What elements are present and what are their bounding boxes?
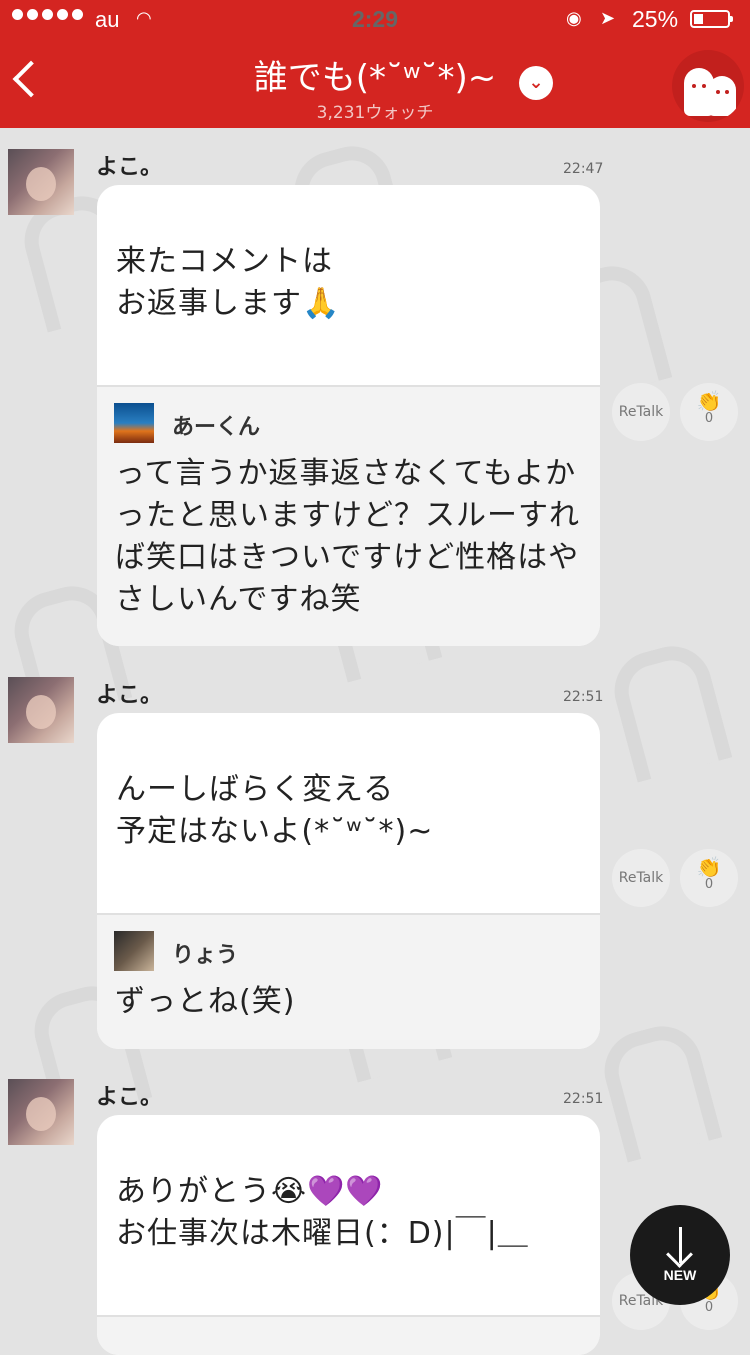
quoted-author: あーくん bbox=[172, 415, 261, 440]
chevron-down-icon[interactable]: ⌄ bbox=[519, 66, 553, 100]
quoted-comment[interactable]: あーくん って言うか返事返さなくてもよかったと思いますけど？スルーすれば笑口はき… bbox=[97, 385, 600, 646]
battery-percent: 25% bbox=[632, 6, 679, 32]
clap-icon: 👏 bbox=[696, 389, 722, 413]
message-time: 22:51 bbox=[563, 689, 604, 705]
message-bubble[interactable]: んーしばらく変える 予定はないよ(*˘ʷ˘*)~ りょう ずっとね(笑) bbox=[97, 713, 600, 1049]
room-title[interactable]: 誰でも(*˘ʷ˘*)~ bbox=[0, 50, 750, 99]
message-author: よこ。 bbox=[96, 155, 163, 180]
rotation-lock-icon: ◉ bbox=[566, 8, 582, 28]
mascot-menu-button[interactable] bbox=[672, 50, 744, 122]
watch-count: 3,231ウォッチ bbox=[316, 103, 434, 123]
avatar bbox=[114, 931, 154, 971]
quoted-text: って言うか返事返さなくてもよかったと思いますけど？スルーすれば笑口はきついですけ… bbox=[115, 456, 580, 617]
quoted-author: りょう bbox=[172, 943, 239, 968]
message-time: 22:51 bbox=[563, 1091, 604, 1107]
quoted-comment[interactable]: りょう ずっとね(笑) bbox=[97, 913, 600, 1049]
scroll-to-new-button[interactable]: NEW bbox=[630, 1205, 730, 1305]
avatar bbox=[114, 403, 154, 443]
message-time: 22:47 bbox=[563, 161, 604, 177]
message-bubble[interactable]: 来たコメントは お返事します🙏 あーくん って言うか返事返さなくてもよかったと思… bbox=[97, 185, 600, 646]
message-text-line: 来たコメントは bbox=[116, 244, 333, 279]
quoted-text: ずっとね(笑) bbox=[115, 984, 296, 1019]
clap-icon: 👏 bbox=[696, 855, 722, 879]
clap-count: 0 bbox=[704, 877, 714, 892]
avatar[interactable] bbox=[8, 149, 74, 215]
message-text-line: お仕事次は木曜日(：D)|￣|＿ bbox=[116, 1216, 529, 1251]
quoted-comment[interactable] bbox=[97, 1315, 600, 1355]
chat-header: 誰でも(*˘ʷ˘*)~ 3,231ウォッチ ⌄ bbox=[0, 40, 750, 128]
message-text-line: ありがとう😭💜💜 bbox=[116, 1174, 384, 1209]
retalk-button[interactable]: ReTalk bbox=[612, 849, 670, 907]
clap-count: 0 bbox=[704, 411, 714, 426]
message-author: よこ。 bbox=[96, 1085, 163, 1110]
message-text-line: お返事します🙏 bbox=[116, 286, 341, 321]
message-bubble[interactable]: ありがとう😭💜💜 お仕事次は木曜日(：D)|￣|＿ bbox=[97, 1115, 600, 1355]
avatar[interactable] bbox=[8, 1079, 74, 1145]
location-arrow-icon: ➤ bbox=[600, 8, 616, 28]
battery-icon bbox=[690, 10, 733, 28]
retalk-button[interactable]: ReTalk bbox=[612, 383, 670, 441]
new-label: NEW bbox=[663, 1267, 697, 1283]
message-author: よこ。 bbox=[96, 683, 163, 708]
avatar[interactable] bbox=[8, 677, 74, 743]
message-text-line: 予定はないよ(*˘ʷ˘*)~ bbox=[116, 814, 434, 849]
status-bar: au ◠ 2:29 ◉ ➤ 25% bbox=[0, 0, 750, 40]
clap-button[interactable]: 👏 0 bbox=[680, 849, 738, 907]
message-text-line: んーしばらく変える bbox=[116, 772, 395, 807]
clap-button[interactable]: 👏 0 bbox=[680, 383, 738, 441]
